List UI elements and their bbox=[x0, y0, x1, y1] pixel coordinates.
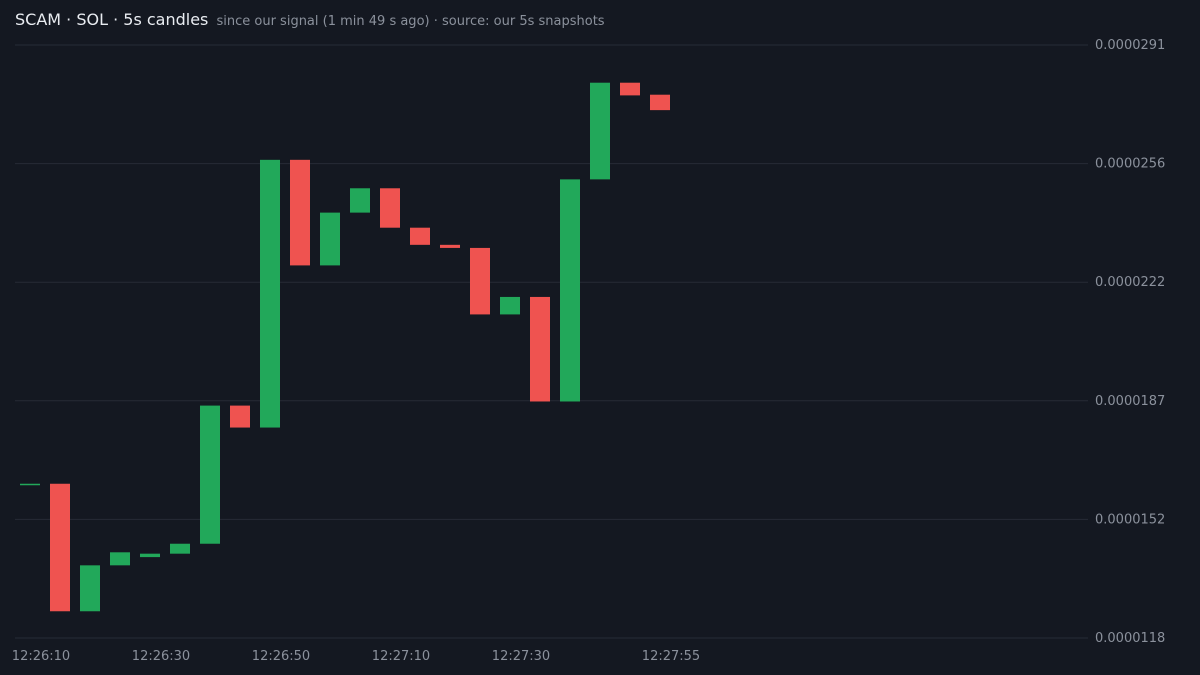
candle bbox=[620, 82, 640, 96]
x-tick-label: 12:27:30 bbox=[492, 649, 550, 664]
candle bbox=[110, 552, 130, 566]
x-tick-label: 12:26:10 bbox=[12, 649, 70, 664]
candles bbox=[20, 82, 670, 612]
x-axis: 12:26:10 12:26:30 12:26:50 12:27:10 12:27:30… bbox=[12, 649, 700, 664]
x-tick-label: 12:26:50 bbox=[252, 649, 310, 664]
candle bbox=[230, 405, 250, 428]
candle bbox=[470, 247, 490, 315]
candle bbox=[500, 296, 520, 315]
y-tick-label: 0.0000222 bbox=[1095, 275, 1165, 290]
y-tick-label: 0.0000256 bbox=[1095, 157, 1165, 172]
candle bbox=[650, 94, 670, 111]
x-tick-label: 12:27:10 bbox=[372, 649, 430, 664]
candle bbox=[440, 244, 460, 248]
candle bbox=[410, 227, 430, 245]
y-tick-label: 0.0000187 bbox=[1095, 394, 1165, 409]
candle bbox=[260, 159, 280, 428]
candlestick-chart: 0.0000291 0.0000256 0.0000222 0.0000187 0.00… bbox=[12, 38, 1166, 664]
candle bbox=[80, 565, 100, 612]
x-tick-label: 12:26:30 bbox=[132, 649, 190, 664]
candle bbox=[350, 188, 370, 213]
y-tick-label: 0.0000118 bbox=[1095, 631, 1165, 646]
candle bbox=[290, 159, 310, 266]
candle bbox=[590, 82, 610, 180]
candle bbox=[530, 296, 550, 402]
candle bbox=[170, 543, 190, 554]
candle bbox=[140, 553, 160, 558]
candle bbox=[20, 483, 40, 486]
candle bbox=[560, 179, 580, 402]
y-axis: 0.0000291 0.0000256 0.0000222 0.0000187 0.00… bbox=[1095, 38, 1165, 646]
y-tick-label: 0.0000152 bbox=[1095, 512, 1165, 527]
candle bbox=[380, 188, 400, 228]
candle bbox=[50, 483, 70, 612]
x-tick-label: 12:27:55 bbox=[642, 649, 700, 664]
candle bbox=[200, 405, 220, 544]
candle bbox=[320, 212, 340, 266]
y-tick-label: 0.0000291 bbox=[1095, 38, 1165, 53]
